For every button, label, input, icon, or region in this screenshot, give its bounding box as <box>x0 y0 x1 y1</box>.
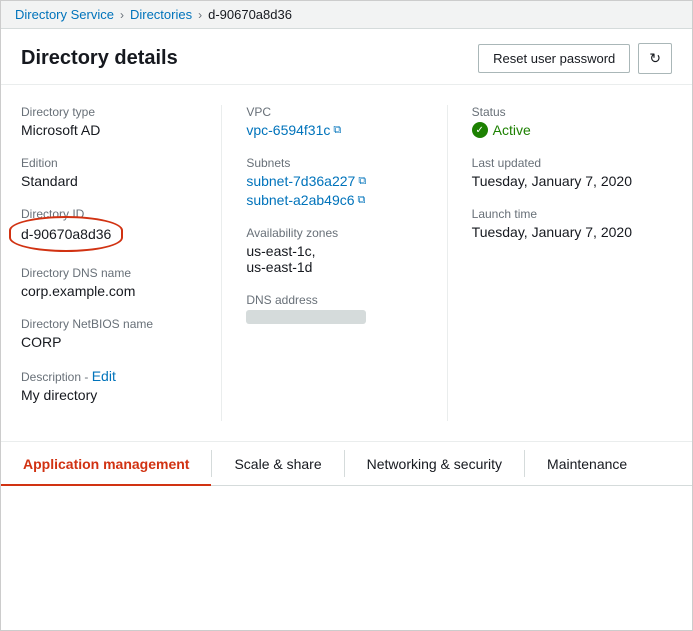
subnets-group: Subnets subnet-7d36a227 ⧉ subnet-a2ab49c… <box>246 156 426 208</box>
edition-group: Edition Standard <box>21 156 201 189</box>
breadcrumb-sep-2: › <box>198 8 202 22</box>
launch-time-label: Launch time <box>472 207 652 221</box>
dns-name-group: Directory DNS name corp.example.com <box>21 266 201 299</box>
vpc-value[interactable]: vpc-6594f31c ⧉ <box>246 122 341 138</box>
refresh-button[interactable]: ↻ <box>638 43 672 74</box>
description-value: My directory <box>21 387 201 403</box>
last-updated-label: Last updated <box>472 156 652 170</box>
vpc-group: VPC vpc-6594f31c ⧉ <box>246 105 426 138</box>
tab-networking-and-security[interactable]: Networking & security <box>345 442 524 486</box>
availability-group: Availability zones us-east-1c, us-east-1… <box>246 226 426 275</box>
directory-type-label: Directory type <box>21 105 201 119</box>
availability-value: us-east-1c, us-east-1d <box>246 243 426 275</box>
status-active-icon: ✓ <box>472 122 488 138</box>
netbios-group: Directory NetBIOS name CORP <box>21 317 201 350</box>
directory-type-value: Microsoft AD <box>21 122 201 138</box>
description-group: Description - Edit My directory <box>21 368 201 403</box>
directory-type-group: Directory type Microsoft AD <box>21 105 201 138</box>
tab-maintenance[interactable]: Maintenance <box>525 442 649 486</box>
directory-id-group: Directory ID d-90670a8d36 <box>21 207 201 244</box>
edition-value: Standard <box>21 173 201 189</box>
header-actions: Reset user password ↻ <box>478 43 672 74</box>
breadcrumb-current: d-90670a8d36 <box>208 7 292 22</box>
description-label: Description - Edit <box>21 368 201 384</box>
subnets-label: Subnets <box>246 156 426 170</box>
directory-id-label: Directory ID <box>21 207 201 221</box>
dns-address-group: DNS address <box>246 293 426 327</box>
edition-label: Edition <box>21 156 201 170</box>
availability-label: Availability zones <box>246 226 426 240</box>
directory-id-value: d-90670a8d36 <box>21 226 111 242</box>
subnet1-value[interactable]: subnet-7d36a227 ⧉ <box>246 173 426 189</box>
last-updated-value: Tuesday, January 7, 2020 <box>472 173 652 189</box>
page-header: Directory details Reset user password ↻ <box>1 29 692 85</box>
breadcrumb-directories[interactable]: Directories <box>130 7 192 22</box>
description-edit-link[interactable]: Edit <box>92 368 116 384</box>
details-col-2: VPC vpc-6594f31c ⧉ Subnets subnet-7d36a2… <box>221 105 446 421</box>
status-group: Status ✓ Active <box>472 105 652 138</box>
launch-time-value: Tuesday, January 7, 2020 <box>472 224 652 240</box>
last-updated-group: Last updated Tuesday, January 7, 2020 <box>472 156 652 189</box>
tabs-bar: Application managementScale & shareNetwo… <box>1 442 692 486</box>
external-link-icon-subnet2: ⧉ <box>358 194 366 207</box>
vpc-label: VPC <box>246 105 426 119</box>
page-title: Directory details <box>21 47 178 70</box>
netbios-value: CORP <box>21 334 201 350</box>
status-label: Status <box>472 105 652 119</box>
dns-address-value-blurred <box>246 310 366 324</box>
netbios-label: Directory NetBIOS name <box>21 317 201 331</box>
subnet2-value[interactable]: subnet-a2ab49c6 ⧉ <box>246 192 426 208</box>
details-col-3: Status ✓ Active Last updated Tuesday, Ja… <box>447 105 672 421</box>
refresh-icon: ↻ <box>649 50 661 67</box>
reset-user-password-button[interactable]: Reset user password <box>478 44 630 73</box>
status-value: ✓ Active <box>472 122 652 138</box>
details-section: Directory type Microsoft AD Edition Stan… <box>1 85 692 431</box>
dns-name-label: Directory DNS name <box>21 266 201 280</box>
dns-address-label: DNS address <box>246 293 426 307</box>
dns-name-value: corp.example.com <box>21 283 201 299</box>
details-col-1: Directory type Microsoft AD Edition Stan… <box>21 105 221 421</box>
breadcrumb-directory-service[interactable]: Directory Service <box>15 7 114 22</box>
breadcrumb-sep-1: › <box>120 8 124 22</box>
external-link-icon-vpc: ⧉ <box>333 124 341 137</box>
launch-time-group: Launch time Tuesday, January 7, 2020 <box>472 207 652 240</box>
breadcrumb: Directory Service › Directories › d-9067… <box>1 1 692 29</box>
tab-application-management[interactable]: Application management <box>1 442 211 486</box>
external-link-icon-subnet1: ⧉ <box>358 175 366 188</box>
tab-scale-and-share[interactable]: Scale & share <box>212 442 343 486</box>
